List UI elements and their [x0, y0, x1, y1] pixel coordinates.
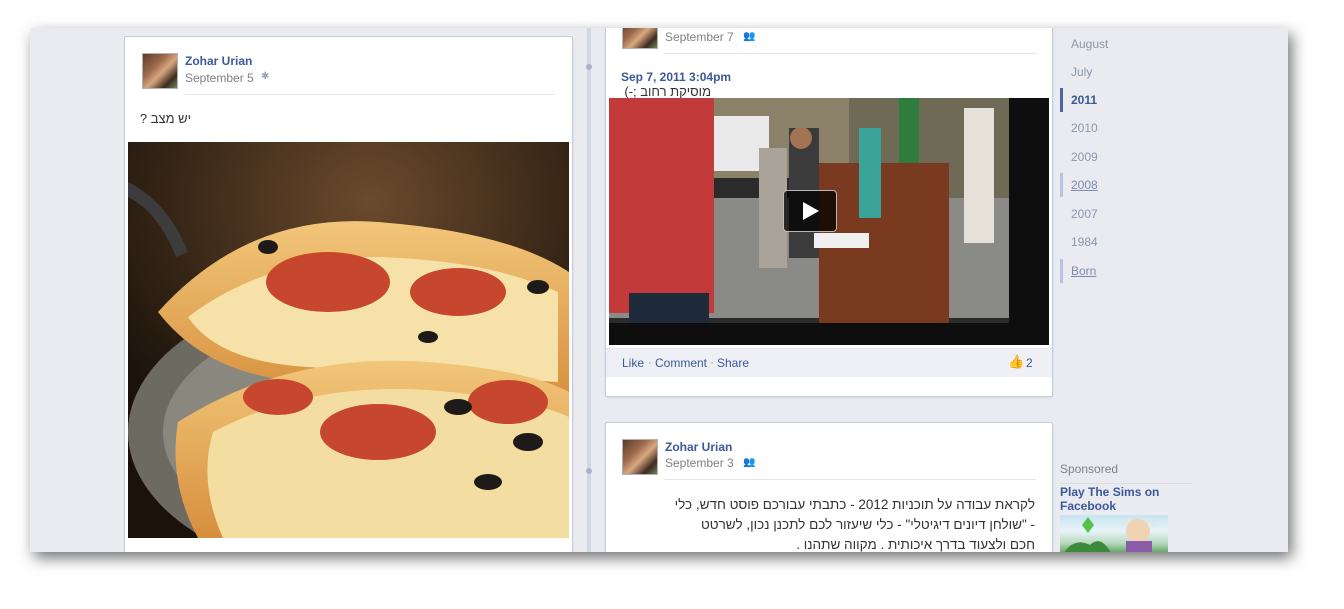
pizza-photo[interactable]	[128, 142, 569, 538]
year-link-born[interactable]: Born	[1060, 259, 1191, 283]
author-name[interactable]: Zohar Urian	[665, 440, 732, 454]
year-label: Born	[1071, 264, 1097, 278]
year-label: 2009	[1071, 150, 1098, 164]
post-text: לקראת עבודה על תוכניות 2012 - כתבתי עבור…	[620, 495, 1035, 552]
header-divider	[665, 479, 1036, 480]
action-separator: ·	[710, 355, 714, 369]
year-label: 2010	[1071, 121, 1098, 135]
ad-title-link[interactable]: Play The Sims on Facebook	[1060, 485, 1190, 513]
action-separator: ·	[648, 355, 652, 369]
year-link-2008[interactable]: 2008	[1060, 173, 1191, 197]
post-text: מוסיקת רחוב ;-)	[624, 84, 711, 99]
post-card-photo: Zohar Urian September 5 ✱ יש מצב ?	[124, 36, 573, 552]
post-date[interactable]: September 7	[665, 30, 734, 44]
post-date[interactable]: September 5	[185, 71, 254, 85]
audience-icon[interactable]: 👥	[743, 31, 755, 42]
play-icon[interactable]	[783, 190, 837, 232]
post-text-line: חכם ולצעוד בדרך איכותית . מקווה שתהנו .	[796, 537, 1035, 552]
avatar[interactable]	[142, 53, 178, 89]
year-link-july[interactable]: July	[1060, 60, 1191, 84]
year-label: August	[1071, 37, 1109, 51]
post-text: יש מצב ?	[139, 111, 191, 126]
post-text-line: לקראת עבודה על תוכניות 2012 - כתבתי עבור…	[674, 497, 1035, 512]
year-link-1984[interactable]: 1984	[1060, 230, 1191, 254]
author-name[interactable]: Zohar Urian	[185, 54, 252, 68]
share-button[interactable]: Share	[717, 356, 749, 370]
year-label: 1984	[1071, 235, 1098, 249]
post-card-video: September 7 👥 Sep 7, 2011 3:04pm מוסיקת …	[605, 28, 1053, 397]
comment-button[interactable]: Comment	[655, 356, 707, 370]
post-action-bar: Like · Comment · Share 👍 2	[606, 348, 1052, 377]
post-card-status: Zohar Urian September 3 👥 לקראת עבודה על…	[605, 422, 1053, 552]
header-divider	[185, 94, 555, 95]
timeline-spine	[586, 28, 592, 552]
year-label: 2011	[1071, 93, 1098, 107]
year-link-2009[interactable]: 2009	[1060, 145, 1191, 169]
year-link-2007[interactable]: 2007	[1060, 202, 1191, 226]
like-button[interactable]: Like	[622, 356, 644, 370]
gear-icon[interactable]: ✱	[261, 71, 269, 82]
avatar[interactable]	[622, 28, 658, 49]
sponsored-divider	[1060, 483, 1192, 484]
timeline-dot	[586, 64, 592, 70]
post-text-line: - "שולחן דיונים דיגיטלי" - כלי שיעזור לכ…	[700, 517, 1035, 532]
year-link-2011[interactable]: 2011	[1060, 88, 1191, 112]
timeline-page: Zohar Urian September 5 ✱ יש מצב ? Septe…	[30, 28, 1288, 552]
ad-image[interactable]	[1060, 515, 1168, 552]
thumbs-up-icon[interactable]: 👍	[1008, 354, 1024, 370]
sponsored-label: Sponsored	[1060, 462, 1119, 476]
audience-icon[interactable]: 👥	[743, 457, 755, 468]
year-link-2010[interactable]: 2010	[1060, 116, 1191, 140]
post-timestamp[interactable]: Sep 7, 2011 3:04pm	[621, 70, 731, 84]
post-date[interactable]: September 3	[665, 456, 734, 470]
avatar[interactable]	[622, 439, 658, 475]
header-divider	[665, 53, 1036, 54]
year-label: 2007	[1071, 207, 1098, 221]
timeline-dot	[586, 468, 592, 474]
video-player[interactable]	[609, 98, 1049, 345]
year-label: July	[1071, 65, 1093, 79]
like-count[interactable]: 2	[1026, 356, 1033, 370]
year-label: 2008	[1071, 178, 1098, 192]
year-link-august[interactable]: August	[1060, 32, 1191, 56]
